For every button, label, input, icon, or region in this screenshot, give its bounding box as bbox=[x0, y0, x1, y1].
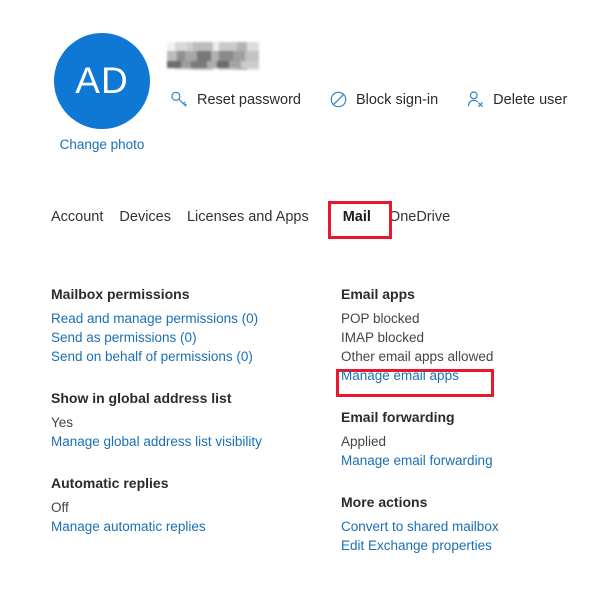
section-title: Automatic replies bbox=[51, 475, 169, 491]
link-manage-global-address-list-visibility[interactable]: Manage global address list visibility bbox=[51, 432, 341, 451]
identity-header: AD Change photo Reset password Block sig… bbox=[0, 0, 610, 180]
change-photo-link[interactable]: Change photo bbox=[52, 137, 152, 152]
settings-column-left: Mailbox permissions Read and manage perm… bbox=[51, 286, 341, 560]
tab-licenses-and-apps[interactable]: Licenses and Apps bbox=[187, 209, 325, 225]
block-signin-button[interactable]: Block sign-in bbox=[329, 90, 438, 109]
avatar[interactable]: AD bbox=[54, 33, 150, 129]
value-other-apps-status: Other email apps allowed bbox=[341, 349, 494, 364]
reset-password-button[interactable]: Reset password bbox=[170, 90, 301, 109]
section-title: Email forwarding bbox=[341, 409, 455, 425]
tab-mail[interactable]: Mail bbox=[325, 209, 389, 225]
link-manage-email-apps[interactable]: Manage email apps bbox=[341, 366, 571, 385]
section-email-forwarding: Email forwarding Applied Manage email fo… bbox=[341, 409, 571, 470]
link-read-and-manage-permissions[interactable]: Read and manage permissions (0) bbox=[51, 309, 341, 328]
delete-user-label: Delete user bbox=[493, 91, 568, 108]
section-email-apps: Email apps POP blocked IMAP blocked Othe… bbox=[341, 286, 571, 385]
link-send-on-behalf-of-permissions[interactable]: Send on behalf of permissions (0) bbox=[51, 347, 341, 366]
delete-user-button[interactable]: Delete user bbox=[466, 90, 567, 109]
section-more-actions: More actions Convert to shared mailbox E… bbox=[341, 494, 571, 555]
user-display-name-redacted bbox=[167, 42, 259, 70]
value-automatic-replies: Off bbox=[51, 500, 69, 515]
settings-column-right: Email apps POP blocked IMAP blocked Othe… bbox=[341, 286, 571, 579]
section-mailbox-permissions: Mailbox permissions Read and manage perm… bbox=[51, 286, 341, 366]
person-delete-icon bbox=[466, 90, 485, 109]
avatar-block: AD Change photo bbox=[52, 33, 152, 152]
block-signin-label: Block sign-in bbox=[355, 91, 439, 108]
reset-password-label: Reset password bbox=[197, 91, 301, 108]
section-automatic-replies: Automatic replies Off Manage automatic r… bbox=[51, 475, 341, 536]
value-email-forwarding: Applied bbox=[341, 434, 387, 449]
user-action-toolbar: Reset password Block sign-in Delete user bbox=[170, 90, 567, 109]
value-pop-status: POP blocked bbox=[341, 311, 420, 326]
tab-account[interactable]: Account bbox=[51, 209, 119, 225]
value-global-address-list: Yes bbox=[51, 415, 74, 430]
section-title: Email apps bbox=[341, 286, 415, 302]
section-show-in-global-address-list: Show in global address list Yes Manage g… bbox=[51, 390, 341, 451]
link-manage-automatic-replies[interactable]: Manage automatic replies bbox=[51, 517, 341, 536]
key-icon bbox=[170, 90, 189, 109]
link-convert-to-shared-mailbox[interactable]: Convert to shared mailbox bbox=[341, 517, 571, 536]
value-imap-status: IMAP blocked bbox=[341, 330, 425, 345]
tab-bar: Account Devices Licenses and Apps Mail O… bbox=[51, 209, 466, 225]
tab-devices[interactable]: Devices bbox=[119, 209, 187, 225]
section-title: Show in global address list bbox=[51, 390, 232, 406]
tab-onedrive[interactable]: OneDrive bbox=[389, 209, 466, 225]
link-edit-exchange-properties[interactable]: Edit Exchange properties bbox=[341, 536, 571, 555]
section-title: Mailbox permissions bbox=[51, 286, 190, 302]
block-icon bbox=[329, 90, 348, 109]
section-title: More actions bbox=[341, 494, 428, 510]
link-send-as-permissions[interactable]: Send as permissions (0) bbox=[51, 328, 341, 347]
link-manage-email-forwarding[interactable]: Manage email forwarding bbox=[341, 451, 571, 470]
